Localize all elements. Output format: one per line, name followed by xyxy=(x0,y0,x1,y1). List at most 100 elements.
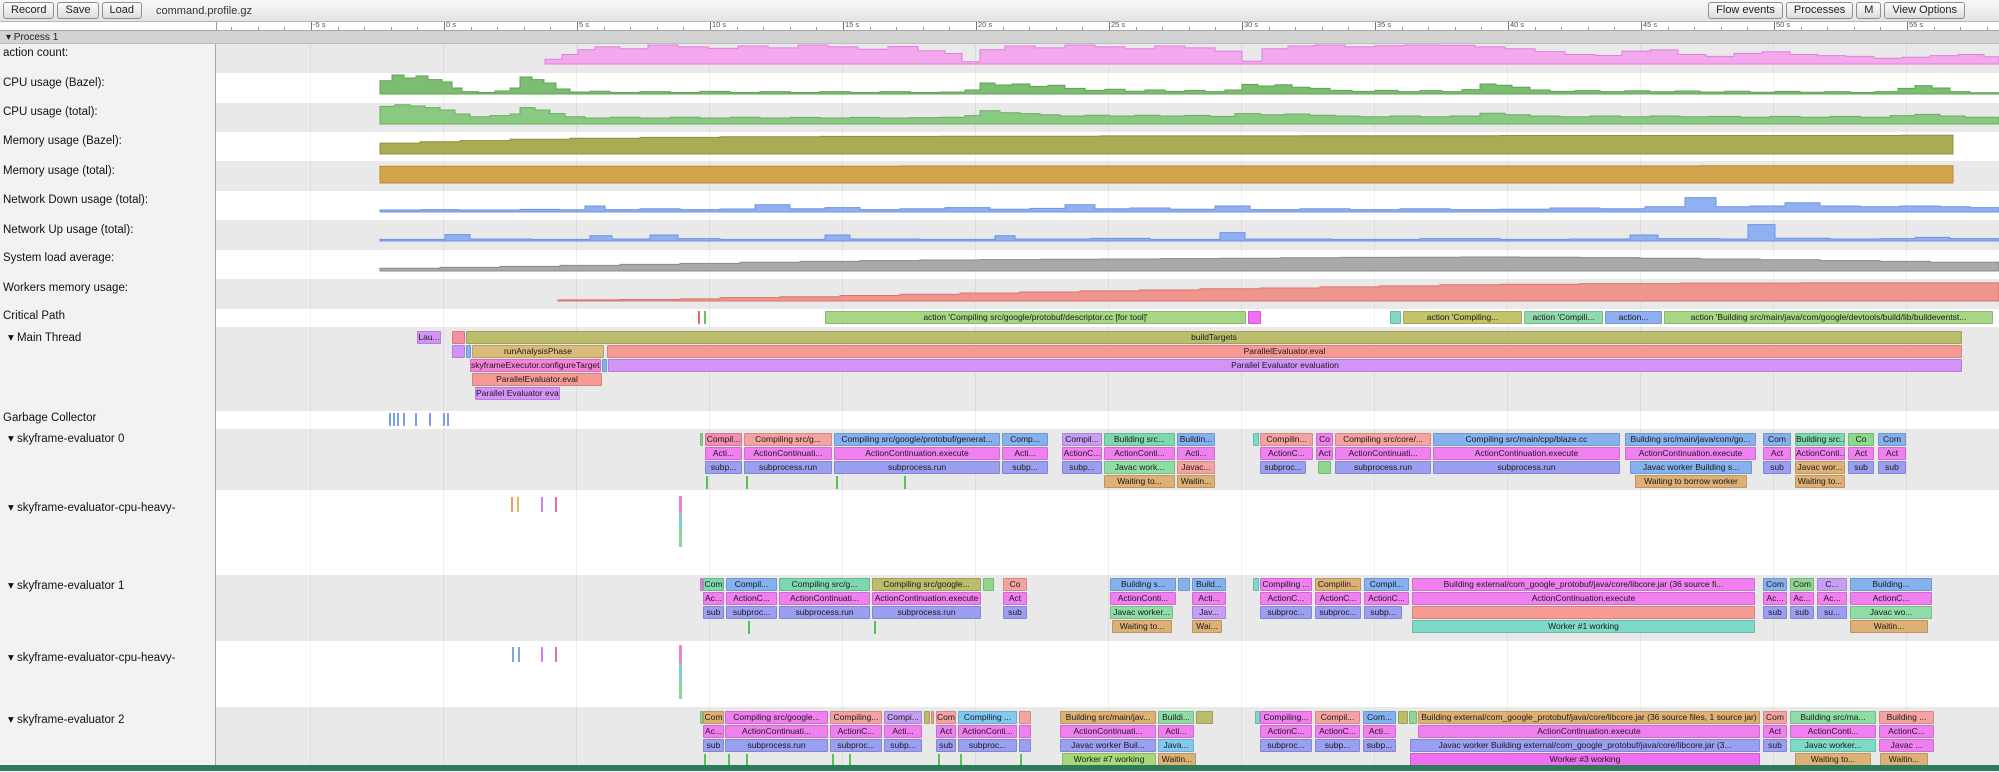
skyframe-evaluator-2-bar[interactable]: Acti... xyxy=(1158,725,1194,738)
main-thread-bar[interactable]: skyframeExecutor.configureTargets xyxy=(470,359,601,372)
skyframe-evaluator-0-bar[interactable]: subproc... xyxy=(1260,461,1306,474)
skyframe-evaluator-1-bar[interactable]: subp... xyxy=(1364,606,1402,619)
skyframe-evaluator-0-bar[interactable]: ActionContinuation.execute xyxy=(1625,447,1756,460)
skyframe-evaluator-0-bar[interactable]: Act xyxy=(1763,447,1791,460)
skyframe-evaluator-2-bar[interactable]: ActionContinuati... xyxy=(1060,725,1156,738)
gc-tick[interactable] xyxy=(447,413,449,426)
skyframe-evaluator-1-bar[interactable]: C... xyxy=(1817,578,1847,591)
skyframe-evaluator-1-bar[interactable]: ActionC... xyxy=(1364,592,1409,605)
skyframe-evaluator-2-bar[interactable]: Buildi... xyxy=(1158,711,1194,724)
skyframe-evaluator-0-bar[interactable]: Building src/main/java/com/go... xyxy=(1625,433,1756,446)
skyframe-evaluator-1-bar[interactable]: ActionC... xyxy=(1315,592,1361,605)
skyframe-evaluator-1-bar[interactable]: subproc... xyxy=(726,606,777,619)
skyframe-evaluator-2-bar[interactable] xyxy=(1019,711,1031,724)
skyframe-evaluator-2-bar[interactable]: Com... xyxy=(1363,711,1396,724)
skyframe-evaluator-1-bar[interactable]: ActionContinuation.execute xyxy=(872,592,981,605)
skyframe-evaluator-0-bar[interactable]: Compiling src/google/protobuf/generat... xyxy=(834,433,1000,446)
skyframe-evaluator-0-bar[interactable]: ActionC... xyxy=(1260,447,1313,460)
skyframe-evaluator-2-bar[interactable]: Com xyxy=(703,711,724,724)
skyframe-evaluator-2-bar[interactable]: Building src/ma... xyxy=(1790,711,1876,724)
skyframe-evaluator-0-bar[interactable]: Compiling src/core/... xyxy=(1335,433,1431,446)
skyframe-evaluator-1-bar[interactable]: sub xyxy=(1763,606,1787,619)
skyframe-evaluator-0-bar[interactable] xyxy=(700,433,703,446)
cpu-heavy-2-tick[interactable] xyxy=(555,647,557,662)
skyframe-evaluator-0-bar[interactable]: Acti... xyxy=(1177,447,1215,460)
skyframe-evaluator-1-bar[interactable]: Ac... xyxy=(1790,592,1814,605)
skyframe-evaluator-0-bar[interactable]: Comp... xyxy=(1002,433,1048,446)
skyframe-evaluator-2-bar[interactable]: subp... xyxy=(1315,739,1360,752)
skyframe-evaluator-2-bar[interactable]: sub xyxy=(703,739,724,752)
skyframe-evaluator-2-bar[interactable]: subp... xyxy=(884,739,922,752)
skyframe-evaluator-1-bar[interactable]: Compiling src/google... xyxy=(872,578,981,591)
skyframe-evaluator-2-bar[interactable]: Acti... xyxy=(1363,725,1396,738)
skyframe-evaluator-1-bar[interactable]: ActionC... xyxy=(1850,592,1932,605)
skyframe-evaluator-2-bar[interactable]: ActionConti... xyxy=(1790,725,1876,738)
skyframe-evaluator-0-bar[interactable]: ActionConti... xyxy=(1104,447,1175,460)
skyframe-evaluator-2-bar[interactable]: sub xyxy=(936,739,956,752)
skyframe-evaluator-0-bar[interactable]: Com xyxy=(1878,433,1906,446)
main-thread-bar[interactable]: Parallel Evaluator evaluation xyxy=(608,359,1962,372)
cpu-heavy-1-tick[interactable] xyxy=(541,497,543,512)
main-thread-bar[interactable]: Parallel Evaluator evaluation xyxy=(475,387,560,400)
skyframe-evaluator-1-bar[interactable]: Com xyxy=(1763,578,1787,591)
skyframe-evaluator-0-bar[interactable]: Acti... xyxy=(705,447,742,460)
skyframe-evaluator-1-bar[interactable] xyxy=(983,578,994,591)
skyframe-evaluator-0-bar[interactable]: Building src... xyxy=(1104,433,1175,446)
skyframe-evaluator-0-bar[interactable]: ActionC... xyxy=(1062,447,1102,460)
skyframe-evaluator-0-bar[interactable]: Compil... xyxy=(705,433,742,446)
skyframe-evaluator-0-bar[interactable]: Javac... xyxy=(1177,461,1215,474)
skyframe-evaluator-0-bar[interactable]: Act xyxy=(1848,447,1874,460)
gc-tick[interactable] xyxy=(403,413,405,426)
skyframe-evaluator-1-bar[interactable]: sub xyxy=(1003,606,1027,619)
skyframe-evaluator-1-bar[interactable]: Ac... xyxy=(1763,592,1787,605)
skyframe-evaluator-0-bar[interactable]: ActionContinuati... xyxy=(744,447,832,460)
skyframe-evaluator-0-bar[interactable]: ActionConti... xyxy=(1795,447,1845,460)
skyframe-evaluator-1-bar[interactable]: Compiling src/g... xyxy=(779,578,870,591)
skyframe-evaluator-2-bar[interactable] xyxy=(1019,725,1031,738)
skyframe-evaluator-2-bar[interactable] xyxy=(1019,739,1031,752)
toolbar-button-m[interactable]: M xyxy=(1856,2,1881,19)
skyframe-evaluator-1-bar[interactable]: subproc... xyxy=(1260,606,1312,619)
track-label-skyframe-evaluator-2[interactable]: ▾ skyframe-evaluator 2 xyxy=(8,712,124,726)
skyframe-evaluator-0-bar[interactable]: sub xyxy=(1848,461,1874,474)
skyframe-evaluator-2-bar[interactable]: ActionContinuati... xyxy=(725,725,828,738)
gc-tick[interactable] xyxy=(706,476,708,489)
critical-path-segment[interactable] xyxy=(1248,311,1261,324)
skyframe-evaluator-2-bar[interactable] xyxy=(1398,711,1408,724)
skyframe-evaluator-1-bar[interactable]: Compil... xyxy=(726,578,777,591)
skyframe-evaluator-0-bar[interactable]: Buildin... xyxy=(1177,433,1215,446)
gc-tick[interactable] xyxy=(397,413,399,426)
main-thread-bar[interactable]: buildTargets xyxy=(466,331,1962,344)
skyframe-evaluator-2-bar[interactable]: Javac worker Buil... xyxy=(1060,739,1156,752)
main-thread-bar[interactable]: ParallelEvaluator.eval xyxy=(472,373,602,386)
skyframe-evaluator-2-bar[interactable]: Javac ... xyxy=(1879,739,1934,752)
skyframe-evaluator-2-bar[interactable]: Building external/com_google_protobuf/ja… xyxy=(1418,711,1760,724)
skyframe-evaluator-1-bar[interactable]: su... xyxy=(1817,606,1847,619)
skyframe-evaluator-0-bar[interactable]: ActionContinuati... xyxy=(1335,447,1431,460)
skyframe-evaluator-0-bar[interactable]: Act xyxy=(1878,447,1906,460)
skyframe-evaluator-1-bar[interactable]: ActionContinuati... xyxy=(779,592,870,605)
skyframe-evaluator-2-bar[interactable]: ActionConti... xyxy=(958,725,1017,738)
gc-tick[interactable] xyxy=(415,413,417,426)
bottom-scroll-indicator[interactable] xyxy=(0,765,1999,771)
skyframe-evaluator-0-bar[interactable] xyxy=(1318,461,1331,474)
toolbar-button-load[interactable]: Load xyxy=(102,2,142,19)
skyframe-evaluator-0-bar[interactable]: Act xyxy=(1316,447,1333,460)
main-thread-bar[interactable] xyxy=(452,345,465,358)
critical-path-segment[interactable]: action 'Building src/main/java/com/googl… xyxy=(1664,311,1993,324)
critical-path-tick[interactable] xyxy=(698,311,700,324)
critical-path-segment[interactable]: action 'Compiling... xyxy=(1403,311,1522,324)
skyframe-evaluator-2-bar[interactable]: ActionC... xyxy=(1879,725,1934,738)
skyframe-evaluator-1-bar[interactable]: Building s... xyxy=(1110,578,1176,591)
toolbar-button-record[interactable]: Record xyxy=(3,2,54,19)
skyframe-evaluator-2-bar[interactable]: ActionC... xyxy=(1260,725,1312,738)
cpu-heavy-1-stack-tick[interactable] xyxy=(679,530,682,547)
gc-tick[interactable] xyxy=(443,413,445,426)
skyframe-evaluator-1-bar[interactable]: Ac... xyxy=(1817,592,1847,605)
skyframe-evaluator-1-bar[interactable]: sub xyxy=(703,606,724,619)
skyframe-evaluator-1-bar[interactable] xyxy=(1412,606,1755,619)
skyframe-evaluator-0-bar[interactable]: subprocess.run xyxy=(1335,461,1431,474)
skyframe-evaluator-0-bar[interactable]: Com xyxy=(1763,433,1791,446)
skyframe-evaluator-0-bar[interactable]: Waitin... xyxy=(1177,475,1215,488)
skyframe-evaluator-2-bar[interactable]: Compiling... xyxy=(1260,711,1312,724)
